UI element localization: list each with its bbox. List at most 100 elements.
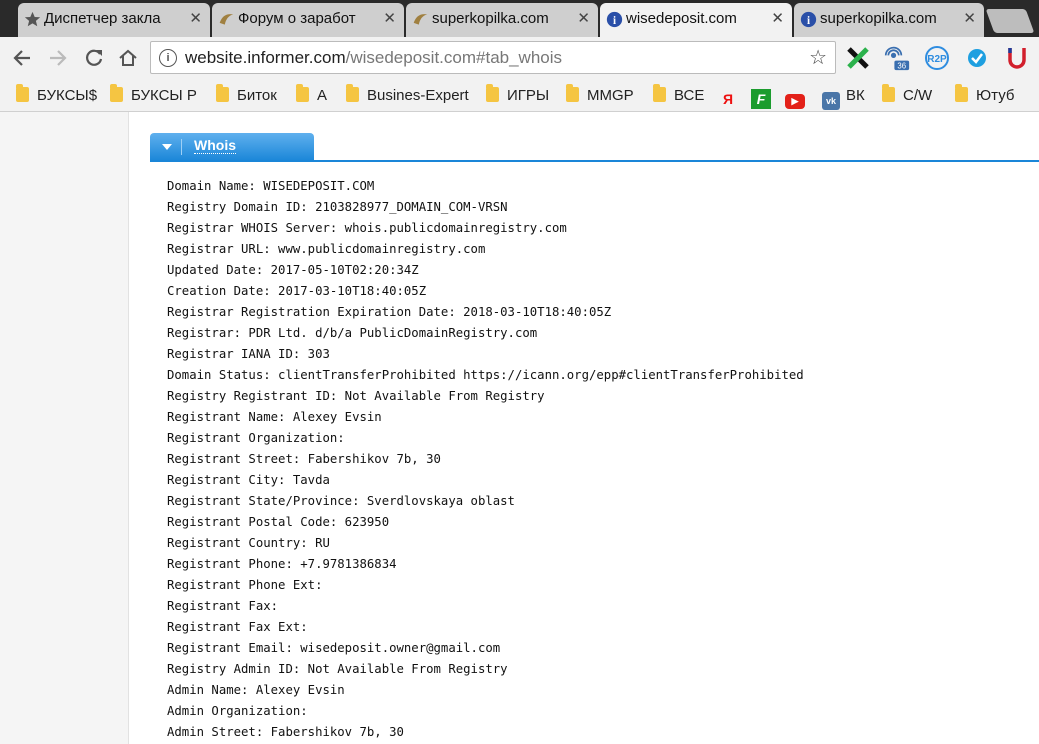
forward-arrow-icon[interactable] — [46, 47, 70, 71]
bookmark-label: Busines-Expert — [367, 87, 469, 104]
tab-bookmark-manager[interactable]: Диспетчер закла ✕ — [18, 3, 210, 37]
whois-line: Registrar: PDR Ltd. d/b/a PublicDomainRe… — [167, 326, 538, 340]
folder-icon — [110, 84, 123, 102]
whois-line: Registrant Phone Ext: — [167, 578, 323, 592]
whois-line: Registrar WHOIS Server: whois.publicdoma… — [167, 221, 567, 235]
close-icon[interactable]: ✕ — [189, 3, 202, 35]
whois-line: Registry Registrant ID: Not Available Fr… — [167, 389, 545, 403]
whois-tab-label[interactable]: Whois — [194, 138, 236, 154]
bookmark-folder[interactable]: ВСЕ — [653, 84, 705, 107]
back-arrow-icon[interactable] — [10, 47, 34, 71]
bookmark-folder[interactable]: БУКСЫ Р — [110, 84, 197, 107]
tab-title: Диспетчер закла — [44, 10, 161, 27]
bookmark-vk[interactable]: vk ВК — [822, 85, 865, 110]
whois-line: Registrant Phone: +7.9781386834 — [167, 557, 397, 571]
bookmark-folder[interactable]: Биток — [216, 84, 277, 107]
bookmark-folder[interactable]: Busines-Expert — [346, 84, 469, 107]
extension-u-icon[interactable] — [1004, 45, 1030, 71]
folder-icon — [566, 84, 579, 102]
whois-line: Registrant Name: Alexey Evsin — [167, 410, 382, 424]
folder-icon — [346, 84, 359, 102]
bookmark-label: БУКСЫ$ — [37, 87, 98, 104]
url-host: website.informer.com — [185, 48, 346, 67]
close-icon[interactable]: ✕ — [771, 3, 784, 35]
bookmark-folder[interactable]: БУКСЫ$ — [16, 84, 98, 107]
info-favicon-icon: i — [606, 11, 623, 28]
reload-icon[interactable] — [82, 47, 106, 71]
tab-title: superkopilka.com — [432, 10, 549, 27]
extension-r2p-icon[interactable]: R2P — [924, 45, 950, 71]
home-icon[interactable] — [116, 47, 140, 71]
folder-icon — [955, 84, 968, 102]
bookmark-label: C/W — [903, 87, 933, 104]
tab-title: wisedeposit.com — [626, 10, 737, 27]
bookmark-youtube[interactable]: ▶ — [785, 85, 805, 109]
folder-icon — [486, 84, 499, 102]
url-text: website.informer.com/wisedeposit.com#tab… — [185, 48, 562, 68]
close-icon[interactable]: ✕ — [383, 3, 396, 35]
bookmark-folder[interactable]: C/W — [882, 84, 933, 107]
whois-line: Registrant Country: RU — [167, 536, 330, 550]
whois-line: Registrar Registration Expiration Date: … — [167, 305, 612, 319]
tab-wisedeposit-active[interactable]: i wisedeposit.com ✕ — [600, 3, 792, 37]
section-border — [150, 160, 1039, 162]
yandex-icon: Я — [722, 91, 734, 107]
info-favicon-icon: i — [800, 11, 817, 28]
whois-section-tab[interactable]: Whois — [150, 133, 314, 161]
whois-line: Registrar IANA ID: 303 — [167, 347, 330, 361]
forum-favicon-icon — [219, 14, 234, 25]
whois-line: Domain Name: WISEDEPOSIT.COM — [167, 179, 375, 193]
whois-line: Registrar URL: www.publicdomainregistry.… — [167, 242, 486, 256]
bookmark-label: Биток — [237, 87, 277, 104]
folder-icon — [296, 84, 309, 102]
close-icon[interactable]: ✕ — [577, 3, 590, 35]
bookmark-label: ВК — [846, 87, 865, 104]
vk-icon: vk — [822, 92, 840, 110]
superkopilka-favicon-icon — [413, 14, 428, 25]
tab-forum[interactable]: Форум о заработ ✕ — [212, 3, 404, 37]
whois-line: Registrant Email: wisedeposit.owner@gmai… — [167, 641, 501, 655]
green-f-icon: F — [751, 89, 771, 109]
bookmark-label: А — [317, 87, 328, 104]
whois-line: Registrant Fax Ext: — [167, 620, 308, 634]
extension-check-icon[interactable] — [964, 45, 990, 71]
whois-line: Updated Date: 2017-05-10T02:20:34Z — [167, 263, 419, 277]
bookmark-folder[interactable]: ИГРЫ — [486, 84, 549, 107]
left-panel — [0, 112, 129, 744]
whois-line: Registrant Organization: — [167, 431, 345, 445]
svg-text:i: i — [807, 15, 810, 27]
svg-text:i: i — [613, 15, 616, 27]
whois-line: Creation Date: 2017-03-10T18:40:05Z — [167, 284, 427, 298]
youtube-icon: ▶ — [785, 94, 805, 109]
tab-strip: Диспетчер закла ✕ Форум о заработ ✕ supe… — [0, 0, 1039, 37]
bookmark-star-icon[interactable]: ☆ — [809, 45, 827, 70]
tab-title: Форум о заработ — [238, 10, 356, 27]
browser-toolbar: i website.informer.com/wisedeposit.com#t… — [0, 37, 1039, 81]
extension-signal-icon[interactable]: 36 — [884, 45, 910, 71]
close-icon[interactable]: ✕ — [963, 3, 976, 35]
whois-line: Registrant City: Tavda — [167, 473, 330, 487]
new-tab-button[interactable] — [985, 9, 1035, 33]
star-icon — [24, 11, 41, 27]
svg-text:R2P: R2P — [927, 54, 947, 65]
bookmark-folder[interactable]: А — [296, 84, 328, 107]
collapse-arrow-icon[interactable] — [162, 144, 172, 150]
bookmark-green-f[interactable]: F — [751, 85, 771, 109]
bookmark-label: ВСЕ — [674, 87, 705, 104]
whois-line: Registrant Fax: — [167, 599, 279, 613]
whois-line: Admin Organization: — [167, 704, 308, 718]
whois-line: Registrant Postal Code: 623950 — [167, 515, 390, 529]
address-bar[interactable]: i website.informer.com/wisedeposit.com#t… — [150, 41, 836, 74]
bookmark-folder[interactable]: MMGP — [566, 84, 634, 107]
whois-line: Registry Domain ID: 2103828977_DOMAIN_CO… — [167, 200, 508, 214]
bookmark-yandex[interactable]: Я — [718, 85, 738, 107]
extension-x-icon[interactable] — [845, 45, 871, 71]
bookmark-folder[interactable]: Ютуб — [955, 84, 1015, 107]
tab-superkopilka-1[interactable]: superkopilka.com ✕ — [406, 3, 598, 37]
tab-superkopilka-2[interactable]: i superkopilka.com ✕ — [794, 3, 984, 37]
whois-line: Domain Status: clientTransferProhibited … — [167, 368, 804, 382]
tab-title: superkopilka.com — [820, 10, 937, 27]
site-info-icon[interactable]: i — [159, 49, 177, 67]
bookmark-label: Ютуб — [976, 87, 1015, 104]
tab-separator — [181, 139, 182, 155]
